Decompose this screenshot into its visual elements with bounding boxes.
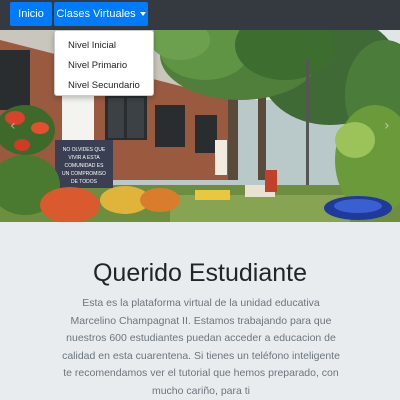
- dropdown-item-nivel-primario[interactable]: Nivel Primario: [55, 56, 153, 76]
- svg-text:›: ›: [384, 118, 390, 134]
- paragraph-line: te recomendamos ver el tutorial que hemo…: [63, 367, 339, 379]
- nav-home-label: Inicio: [18, 8, 44, 20]
- page-title: Querido Estudiante: [92, 259, 308, 287]
- welcome-paragraph: Esta es la plataforma virtual de la unid…: [46, 295, 356, 400]
- top-navbar: Inicio Clases Virtuales: [0, 0, 400, 30]
- nav-classes-label: Clases Virtuales: [56, 8, 136, 20]
- paragraph-line: Marcelino Champagnat II. Estamos trabaja…: [70, 314, 332, 327]
- svg-text:VIVIR A ESTA: VIVIR A ESTA: [68, 155, 100, 161]
- svg-text:‹: ‹: [10, 118, 16, 134]
- classes-dropdown-menu: Nivel Inicial Nivel Primario Nivel Secun…: [54, 30, 154, 96]
- nav-home-button[interactable]: Inicio: [10, 2, 52, 26]
- paragraph-line: mucho cariño, para ti: [151, 384, 251, 397]
- dropdown-item-nivel-secundario[interactable]: Nivel Secundario: [55, 76, 153, 96]
- paragraph-line: nuestros 600 estudiantes puedan acceder …: [66, 332, 336, 344]
- svg-text:NO OLVIDES QUE: NO OLVIDES QUE: [63, 147, 106, 153]
- svg-text:DE TODOS: DE TODOS: [71, 179, 98, 185]
- nav-classes-dropdown-button[interactable]: Clases Virtuales: [54, 2, 148, 26]
- paragraph-line: calidad en esta cuarentena. Si tienes un…: [62, 349, 340, 362]
- caret-down-icon: [139, 12, 146, 17]
- svg-text:COMUNIDAD ES: COMUNIDAD ES: [65, 163, 105, 169]
- dropdown-item-nivel-inicial[interactable]: Nivel Inicial: [55, 36, 153, 56]
- paragraph-line: Esta es la plataforma virtual de la unid…: [82, 297, 320, 309]
- svg-text:UN COMPROMISO: UN COMPROMISO: [62, 171, 106, 177]
